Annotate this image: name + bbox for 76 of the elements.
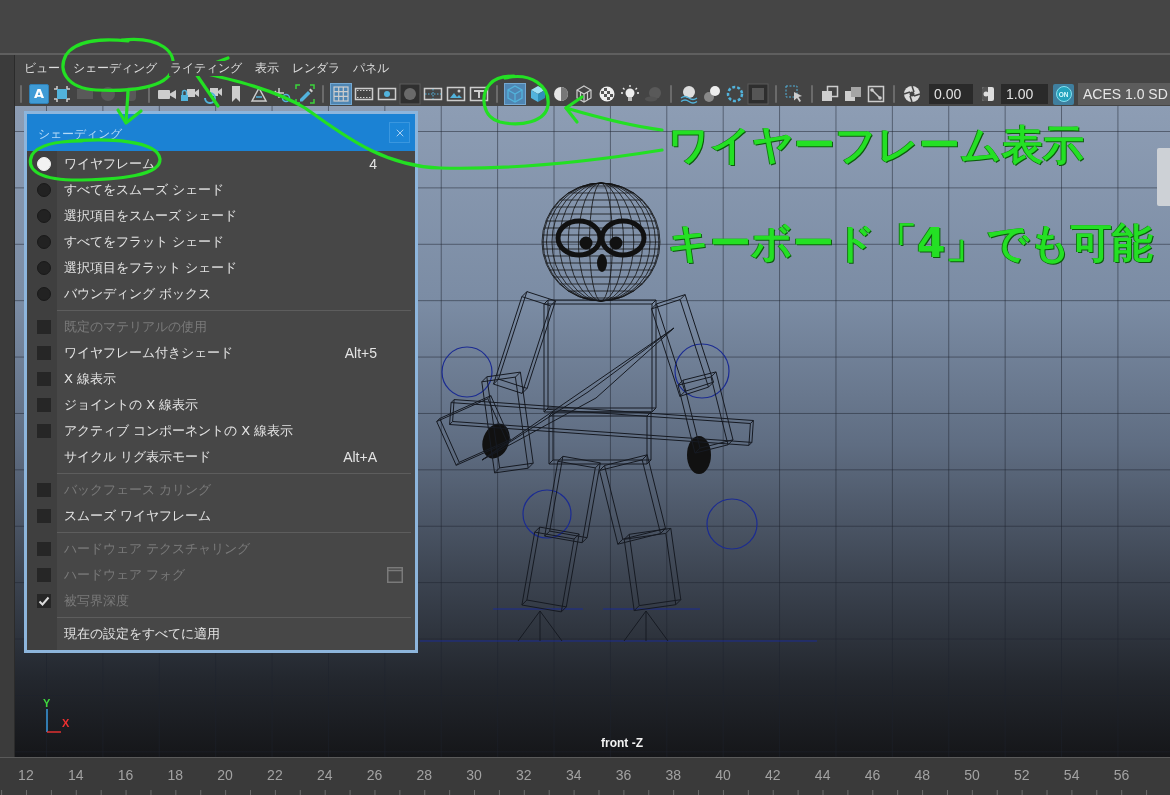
frame-number: 18: [166, 766, 185, 783]
frame-number: 32: [515, 766, 533, 783]
gamma-field[interactable]: 1.00: [1001, 84, 1048, 104]
frame-number: 42: [764, 766, 782, 783]
two-spheres-icon[interactable]: [701, 83, 723, 105]
menu-item[interactable]: ジョイントの X 線表示: [27, 392, 415, 418]
menu-bar-item[interactable]: ビュー: [23, 61, 61, 76]
frame-number: 52: [1013, 766, 1031, 783]
checkbox[interactable]: [37, 372, 51, 386]
frame-number: 30: [465, 766, 483, 783]
radio-button[interactable]: [37, 235, 51, 249]
radio-button[interactable]: [37, 287, 51, 301]
menu-title: シェーディング: [38, 126, 122, 142]
radio-button[interactable]: [37, 183, 51, 197]
shortcut-label: Alt+5: [344, 345, 377, 361]
menu-item[interactable]: 選択項目をフラット シェード: [27, 255, 415, 281]
menu-item[interactable]: ワイヤフレーム 4: [27, 151, 415, 177]
radio-button[interactable]: [37, 209, 51, 223]
frame-number: 14: [66, 766, 85, 783]
exposure-field[interactable]: 0.00: [929, 84, 973, 104]
menu-bar-item[interactable]: ライティング: [169, 61, 243, 76]
square-tile-icon[interactable]: [747, 83, 769, 105]
frame-number: 16: [116, 766, 135, 783]
annotation-label: ワイヤーフレーム表示: [668, 121, 1084, 169]
menu-item[interactable]: スムーズ ワイヤフレーム: [27, 503, 415, 529]
axis-label: X: [62, 717, 70, 729]
frame-number: 24: [315, 766, 334, 783]
frame-number: 54: [1062, 766, 1081, 783]
frame-number: 46: [863, 766, 882, 783]
sphere-waves-icon[interactable]: [678, 83, 700, 105]
menu-item[interactable]: すべてをスムーズ シェード: [27, 177, 415, 203]
circle-tile-icon[interactable]: [399, 83, 421, 105]
menu-item[interactable]: 現在の設定をすべてに適用: [27, 621, 415, 647]
frame-number: 22: [266, 766, 284, 783]
frame-number: 12: [17, 766, 35, 783]
checkbox[interactable]: [37, 346, 51, 360]
axis-gizmo-icon: [46, 709, 62, 733]
menu-item[interactable]: バウンディング ボックス: [27, 281, 415, 307]
camera-label: front -Z: [601, 736, 643, 750]
frame-number: 48: [913, 766, 932, 783]
menu-item[interactable]: サイクル リグ表示モード Alt+A: [27, 444, 415, 470]
frame-number: 26: [365, 766, 384, 783]
frame-number: 44: [813, 766, 832, 783]
view-transform-dropdown[interactable]: ACES 1.0 SD: [1078, 83, 1170, 105]
checkbox[interactable]: [37, 424, 51, 438]
menu-item[interactable]: アクティブ コンポーネントの X 線表示: [27, 418, 415, 444]
textured-cube-icon[interactable]: [573, 83, 595, 105]
dotted-ring-icon[interactable]: [724, 83, 746, 105]
frame-number: 56: [1112, 766, 1131, 783]
select-frame-icon[interactable]: [51, 83, 73, 105]
frame-number: 50: [963, 766, 981, 783]
frame-number: 28: [415, 766, 434, 783]
shortcut-label: Alt+A: [343, 449, 377, 465]
frame-number: 34: [564, 766, 583, 783]
menu-bar-item[interactable]: 表示: [254, 61, 280, 76]
menu-bar-item[interactable]: レンダラ: [291, 61, 341, 76]
axis-label: Y: [43, 697, 51, 709]
annotation-arrow: [116, 90, 143, 125]
menu-item[interactable]: 選択項目をスムーズ シェード: [27, 203, 415, 229]
menu-bar-item[interactable]: パネル: [352, 61, 390, 76]
bone-frame-icon[interactable]: [865, 83, 887, 105]
menu-item[interactable]: ワイヤフレーム付きシェード Alt+5: [27, 340, 415, 366]
frame-number: 40: [714, 766, 732, 783]
checkbox[interactable]: [37, 398, 51, 412]
menu-item[interactable]: すべてをフラット シェード: [27, 229, 415, 255]
aperture-icon[interactable]: [901, 83, 923, 105]
menu-bar-item[interactable]: シェーディング: [72, 61, 158, 76]
frame-number: 20: [216, 766, 234, 783]
annotation-label: キーボード「4」でも可能: [668, 219, 1153, 267]
shortcut-label: 4: [369, 156, 377, 172]
pencil-icon[interactable]: [294, 83, 316, 105]
frame-number: 38: [664, 766, 683, 783]
menu-item[interactable]: X 線表示: [27, 366, 415, 392]
frame-number: 36: [614, 766, 633, 783]
radio-button[interactable]: [37, 261, 51, 275]
checkbox[interactable]: [37, 509, 51, 523]
